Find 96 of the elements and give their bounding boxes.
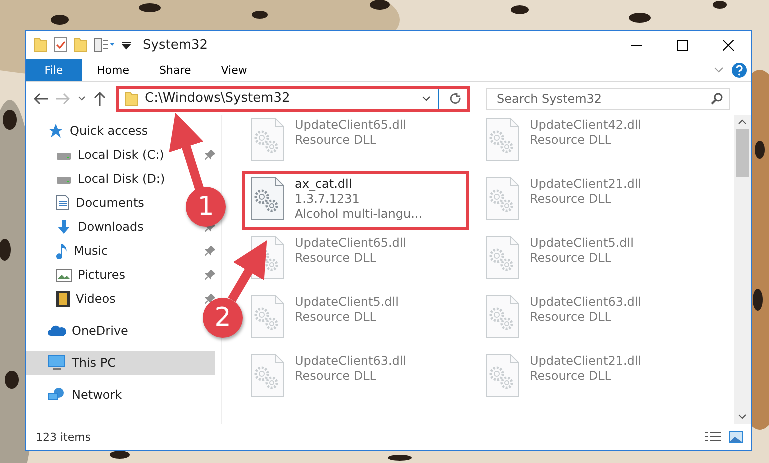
close-icon [722,40,734,50]
sidebar-item[interactable]: Local Disk (D:) [26,167,172,191]
details-view-icon[interactable] [705,431,721,443]
file-item[interactable]: UpdateClient65.dll Resource DLL [242,230,469,289]
address-bar[interactable]: C:\Windows\System32 [116,86,470,112]
file-detail: Resource DLL [530,369,612,383]
item-count: 123 items [36,430,92,444]
dll-file-icon [251,354,285,398]
picture-icon [56,268,72,282]
file-name: UpdateClient42.dll [530,118,642,132]
ribbon-tab[interactable]: Share [144,59,206,81]
sidebar-item[interactable]: Pictures [26,263,132,287]
file-item[interactable]: ax_cat.dll 1.3.7.1231 Alcohol multi-langu... [242,171,469,230]
dll-file-icon [251,118,285,162]
film-icon [56,291,70,307]
sidebar-item[interactable]: Network [26,383,128,407]
monitor-icon [48,355,66,371]
pin-icon [205,294,215,304]
file-name: UpdateClient5.dll [530,236,634,250]
file-name: UpdateClient65.dll [295,118,407,132]
star-icon [48,123,64,139]
folder-icon [34,37,48,53]
file-item[interactable]: UpdateClient63.dll Resource DLL [242,348,469,407]
pin-icon [205,150,215,160]
folder-icon [125,90,139,106]
dll-file-icon [486,118,520,162]
file-detail: Resource DLL [530,310,612,324]
file-item[interactable]: UpdateClient63.dll Resource DLL [477,289,704,348]
sidebar-item[interactable]: OneDrive [26,319,134,343]
file-item[interactable]: UpdateClient21.dll Resource DLL [477,171,704,230]
search-field[interactable]: Search System32 [486,88,730,110]
file-item[interactable]: UpdateClient42.dll Resource DLL [477,112,704,171]
recent-locations-button[interactable] [78,96,86,102]
up-button[interactable] [94,92,106,106]
scrollbar[interactable] [734,115,751,424]
ribbon-tab[interactable]: Home [82,59,144,81]
sidebar-item[interactable]: Quick access [26,119,154,143]
file-name: UpdateClient65.dll [295,236,407,250]
file-detail: Resource DLL [295,133,378,147]
search-icon [711,92,723,104]
file-item[interactable]: UpdateClient5.dll Resource DLL [242,289,469,348]
dll-file-icon [251,177,285,221]
annotation-arrow [228,240,268,302]
dll-file-icon [486,354,520,398]
sidebar-item[interactable]: Documents [26,191,150,215]
file-detail: Alcohol multi-langu... [295,207,423,221]
file-detail: Resource DLL [530,133,612,147]
file-detail: Resource DLL [530,192,612,206]
file-name: UpdateClient5.dll [295,295,399,309]
refresh-icon [450,92,462,104]
sidebar-item[interactable]: Downloads [26,215,150,239]
new-folder-icon [74,37,88,53]
dll-file-icon [486,236,520,280]
expand-ribbon-icon[interactable] [714,67,724,73]
scrollbar-thumb[interactable] [736,129,749,177]
file-detail: Resource DLL [295,369,378,383]
file-detail: 1.3.7.1231 [295,192,361,206]
scroll-down-icon[interactable] [738,414,747,420]
maximize-icon [676,40,688,50]
network-icon [48,387,66,403]
chevron-down-icon [422,96,431,102]
sidebar-item[interactable]: Videos [26,287,122,311]
dll-file-icon [251,295,285,339]
file-tab[interactable]: File [26,59,82,81]
pin-icon [205,270,215,280]
help-icon[interactable] [732,62,747,78]
file-name: UpdateClient63.dll [530,295,642,309]
download-icon [56,219,72,235]
window-title: System32 [143,38,208,52]
file-item[interactable]: UpdateClient65.dll Resource DLL [242,112,469,171]
properties-icon [54,37,68,53]
file-name: ax_cat.dll [295,177,354,191]
file-name: UpdateClient63.dll [295,354,407,368]
sidebar-item[interactable]: Music [26,239,114,263]
dll-file-icon [251,236,285,280]
cloud-icon [48,325,66,337]
sidebar-item[interactable]: This PC [26,351,215,375]
back-button[interactable] [34,92,48,104]
pin-icon [205,246,215,256]
file-detail: Resource DLL [295,310,378,324]
scroll-up-icon[interactable] [738,119,747,125]
dll-file-icon [486,177,520,221]
file-name: UpdateClient21.dll [530,354,642,368]
dll-file-icon [486,295,520,339]
file-detail: Resource DLL [530,251,612,265]
file-item[interactable]: UpdateClient5.dll Resource DLL [477,230,704,289]
sidebar-item[interactable]: Local Disk (C:) [26,143,170,167]
customize-toolbar-icon [122,40,131,50]
document-icon [56,195,70,211]
view-options-icon [94,38,116,52]
music-note-icon [56,243,68,259]
large-icons-view-icon[interactable] [729,431,743,443]
file-detail: Resource DLL [295,251,378,265]
ribbon-tab[interactable]: View [206,59,262,81]
file-name: UpdateClient21.dll [530,177,642,191]
file-item[interactable]: UpdateClient21.dll Resource DLL [477,348,704,407]
